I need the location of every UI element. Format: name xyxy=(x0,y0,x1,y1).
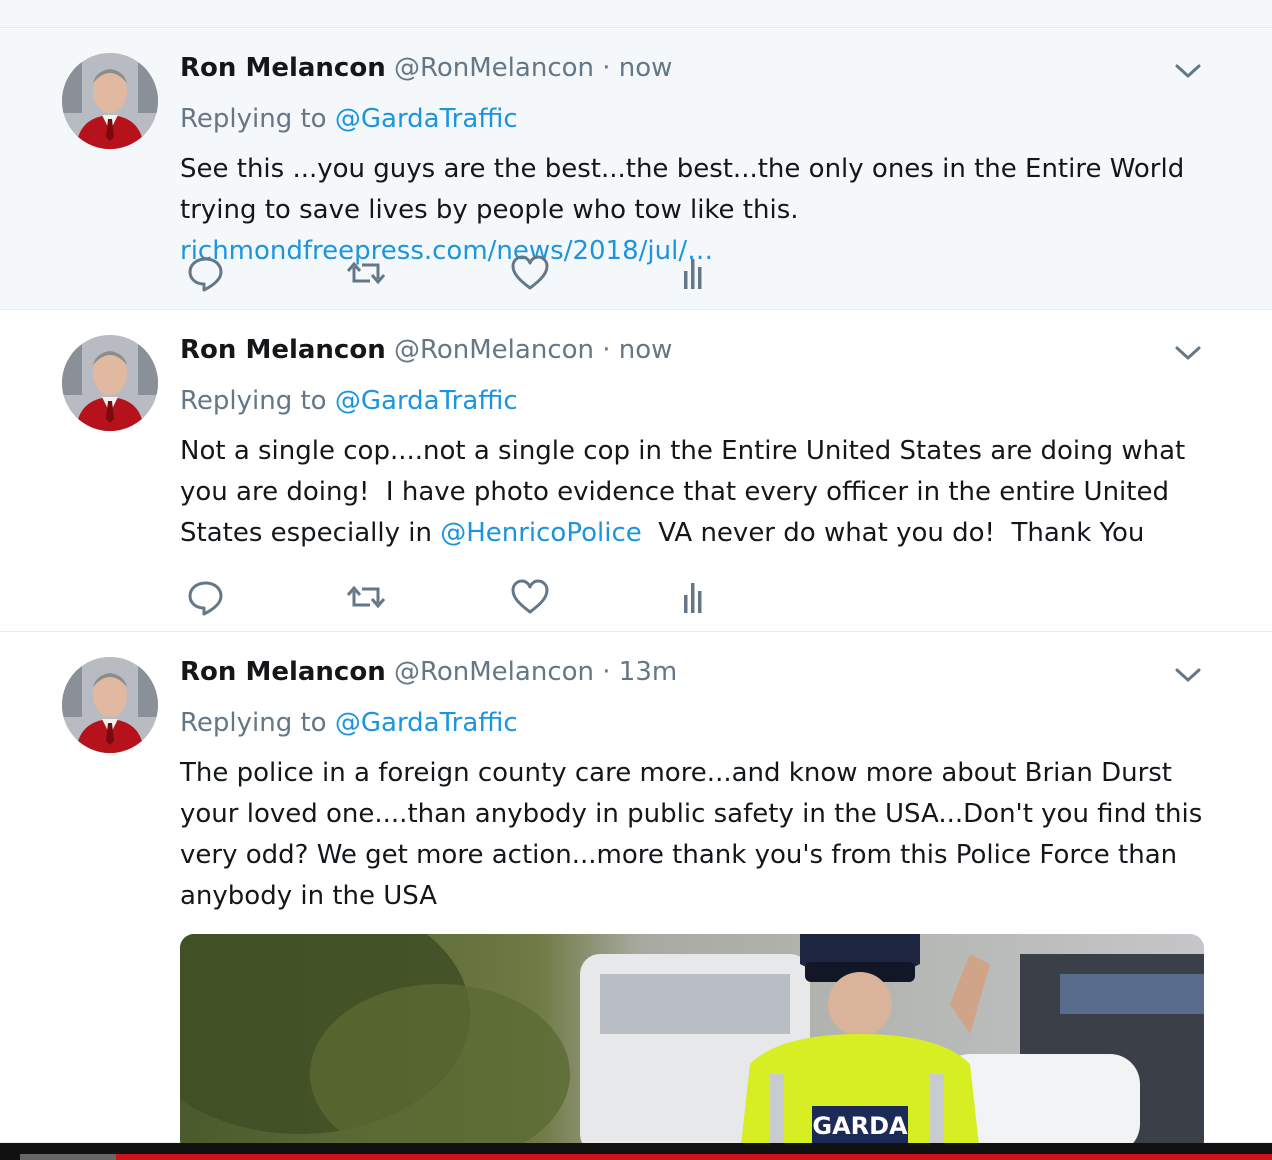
replying-prefix: Replying to xyxy=(180,104,327,134)
separator: · xyxy=(602,53,611,83)
avatar[interactable] xyxy=(62,335,158,431)
chevron-down-icon[interactable] xyxy=(1172,341,1204,365)
chevron-down-icon[interactable] xyxy=(1172,59,1204,83)
tweet-1[interactable]: Ron Melancon @RonMelancon · now Replying… xyxy=(0,29,1272,310)
replying-to: Replying to @GardaTraffic xyxy=(180,384,518,418)
analytics-icon[interactable] xyxy=(674,577,718,617)
reply-icon[interactable] xyxy=(184,253,228,293)
progress-buffered xyxy=(20,1154,116,1160)
replying-to-mention[interactable]: @GardaTraffic xyxy=(335,386,518,416)
author-name[interactable]: Ron Melancon xyxy=(180,53,386,83)
separator: · xyxy=(602,335,611,365)
reply-icon[interactable] xyxy=(184,577,228,617)
tweet-actions xyxy=(180,577,740,617)
separator: · xyxy=(602,657,611,687)
author-handle[interactable]: @RonMelancon xyxy=(394,53,594,83)
replying-to-mention[interactable]: @GardaTraffic xyxy=(335,104,518,134)
replying-to: Replying to @GardaTraffic xyxy=(180,102,518,136)
author-handle[interactable]: @RonMelancon xyxy=(394,657,594,687)
progress-fill xyxy=(116,1154,1272,1160)
tweet-3[interactable]: Ron Melancon @RonMelancon · 13m Replying… xyxy=(0,633,1272,1154)
retweet-icon[interactable] xyxy=(344,253,388,293)
timestamp[interactable]: 13m xyxy=(619,657,677,687)
author-name[interactable]: Ron Melancon xyxy=(180,657,386,687)
tweet-text: Not a single cop....not a single cop in … xyxy=(180,431,1210,554)
timestamp[interactable]: now xyxy=(619,53,673,83)
replying-to: Replying to @GardaTraffic xyxy=(180,706,518,740)
tweet-text-body: See this ...you guys are the best...the … xyxy=(180,154,1185,225)
tweet-text: The police in a foreign county care more… xyxy=(180,758,1203,911)
tweet-header: Ron Melancon @RonMelancon · 13m xyxy=(180,655,677,689)
avatar[interactable] xyxy=(62,657,158,753)
video-progress-bar[interactable] xyxy=(0,1143,1272,1160)
author-name[interactable]: Ron Melancon xyxy=(180,335,386,365)
retweet-icon[interactable] xyxy=(344,577,388,617)
author-handle[interactable]: @RonMelancon xyxy=(394,335,594,365)
tweet-2[interactable]: Ron Melancon @RonMelancon · now Replying… xyxy=(0,311,1272,632)
like-icon[interactable] xyxy=(508,577,552,617)
chevron-down-icon[interactable] xyxy=(1172,663,1204,687)
timestamp[interactable]: now xyxy=(619,335,673,365)
tweet-header: Ron Melancon @RonMelancon · now xyxy=(180,51,672,85)
replying-prefix: Replying to xyxy=(180,386,327,416)
analytics-icon[interactable] xyxy=(674,253,718,293)
garda-officer-photo: GARDA xyxy=(180,934,1204,1154)
tweet-media-photo[interactable]: GARDA xyxy=(180,934,1204,1154)
like-icon[interactable] xyxy=(508,253,552,293)
garda-label: GARDA xyxy=(812,1112,908,1140)
tweet-text-body-end: VA never do what you do! Thank You xyxy=(641,518,1145,548)
tweet-header: Ron Melancon @RonMelancon · now xyxy=(180,333,672,367)
replying-prefix: Replying to xyxy=(180,708,327,738)
tweet-mention[interactable]: @HenricoPolice xyxy=(440,518,642,548)
tweet-actions xyxy=(180,253,740,293)
timeline-top-strip xyxy=(0,0,1272,28)
avatar[interactable] xyxy=(62,53,158,149)
replying-to-mention[interactable]: @GardaTraffic xyxy=(335,708,518,738)
